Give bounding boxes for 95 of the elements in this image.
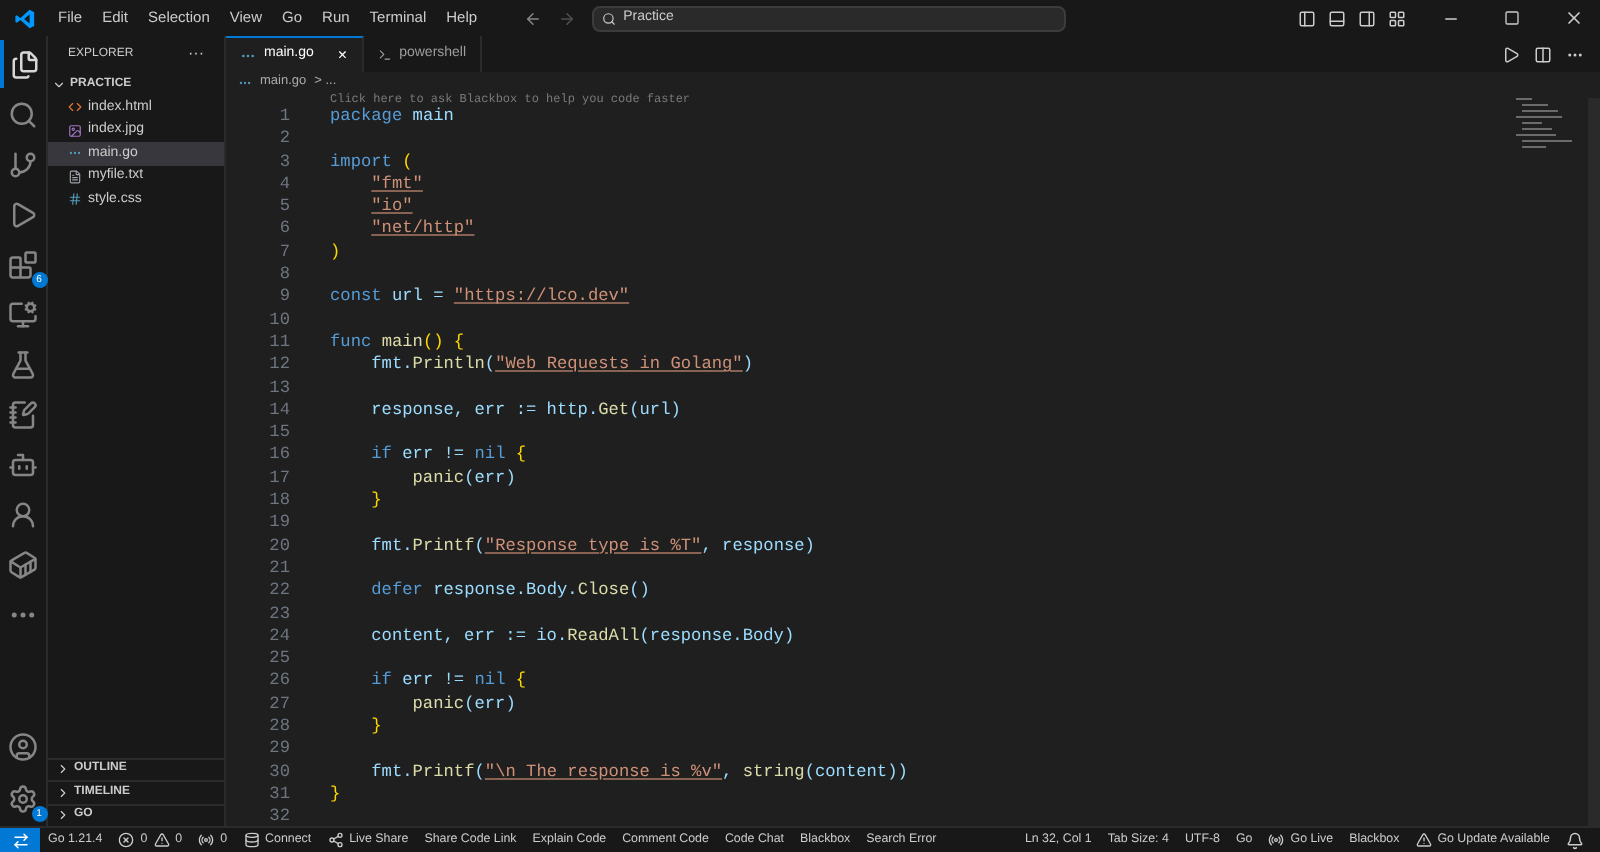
logo-icon bbox=[13, 7, 35, 29]
text-file-icon bbox=[68, 169, 82, 184]
code-line: const url = "https://lco.dev" bbox=[330, 286, 630, 310]
line-number: 12 bbox=[267, 354, 290, 378]
code-line: func main() { bbox=[330, 331, 465, 355]
line-number: 10 bbox=[267, 309, 290, 332]
code-line: fmt.Println("Web Requests in Golang") bbox=[369, 354, 754, 378]
code-line: "net/http" bbox=[369, 218, 475, 242]
line-number: 32 bbox=[267, 806, 290, 826]
share-icon bbox=[327, 832, 344, 848]
line-number: 24 bbox=[267, 625, 290, 649]
code-line: "io" bbox=[369, 196, 413, 219]
line-number: 21 bbox=[267, 557, 290, 581]
remote-button[interactable] bbox=[0, 828, 40, 852]
code-line: defer response.Body.Close() bbox=[369, 580, 650, 604]
line-number: 29 bbox=[267, 738, 290, 762]
search-icon bbox=[601, 11, 616, 25]
layout-icon[interactable] bbox=[1388, 9, 1406, 27]
code-line: } bbox=[369, 716, 382, 739]
account-icon[interactable] bbox=[8, 731, 38, 761]
monitor-icon[interactable] bbox=[8, 299, 38, 329]
warning-icon bbox=[153, 832, 170, 848]
panel-right-icon[interactable] bbox=[1358, 9, 1376, 27]
close-icon[interactable] bbox=[1564, 8, 1584, 28]
panel-left-icon[interactable] bbox=[1298, 9, 1316, 27]
line-number: 14 bbox=[267, 399, 290, 423]
arrows-icon bbox=[11, 831, 29, 849]
code-line: ) bbox=[330, 241, 341, 265]
search-icon[interactable] bbox=[8, 99, 38, 129]
line-number: 31 bbox=[267, 783, 290, 807]
line-number: 19 bbox=[267, 512, 290, 536]
database-icon bbox=[243, 832, 260, 848]
maximize-icon[interactable] bbox=[1504, 10, 1520, 26]
broadcast-icon bbox=[1268, 832, 1285, 848]
error-icon bbox=[118, 832, 135, 848]
line-number: 6 bbox=[277, 218, 290, 242]
line-number: 7 bbox=[277, 241, 290, 265]
blocks-icon[interactable] bbox=[8, 249, 38, 279]
robot-icon[interactable] bbox=[8, 449, 38, 479]
line-number: 8 bbox=[277, 264, 290, 287]
code-icon bbox=[68, 100, 82, 115]
play-icon[interactable] bbox=[8, 199, 38, 229]
split-editor-icon[interactable] bbox=[1534, 45, 1552, 63]
code-line: "fmt" bbox=[369, 173, 423, 197]
line-number: 22 bbox=[267, 580, 290, 604]
code-line: } bbox=[369, 490, 382, 513]
line-number: 2 bbox=[277, 128, 290, 152]
line-number: 4 bbox=[277, 173, 290, 197]
person-icon[interactable] bbox=[8, 499, 38, 529]
code-line: panic(err) bbox=[410, 467, 516, 491]
code-line: content, err := io.ReadAll(response.Body) bbox=[369, 625, 795, 649]
line-number: 5 bbox=[277, 196, 290, 219]
container-icon[interactable] bbox=[8, 549, 38, 579]
line-number: 20 bbox=[267, 535, 290, 558]
line-number: 25 bbox=[267, 648, 290, 671]
image-icon bbox=[68, 123, 82, 138]
broadcast-icon bbox=[198, 832, 215, 848]
code-line: if err != nil { bbox=[369, 670, 527, 694]
code-line: fmt.Printf("\n The response is %v", string(content)) bbox=[369, 761, 908, 784]
hash-icon bbox=[68, 192, 82, 207]
code-line: panic(err) bbox=[410, 693, 516, 717]
branch-icon[interactable] bbox=[8, 149, 38, 179]
line-number: 9 bbox=[277, 286, 290, 310]
line-number: 28 bbox=[267, 716, 290, 739]
line-number: 26 bbox=[267, 670, 290, 694]
line-number: 16 bbox=[267, 444, 290, 468]
line-number: 30 bbox=[267, 761, 290, 784]
panel-bottom-icon[interactable] bbox=[1328, 9, 1346, 27]
code-line: import ( bbox=[330, 151, 413, 174]
line-number: 3 bbox=[277, 151, 290, 174]
run-icon[interactable] bbox=[1502, 45, 1520, 63]
terminal-icon bbox=[377, 47, 392, 61]
code-line: response, err := http.Get(url) bbox=[369, 399, 681, 423]
code-line: } bbox=[330, 783, 341, 807]
code-line: fmt.Printf("Response type is %T", response) bbox=[369, 535, 815, 558]
line-number: 27 bbox=[267, 693, 290, 717]
bell-icon[interactable] bbox=[1566, 831, 1584, 849]
code-line: if err != nil { bbox=[369, 444, 527, 468]
warning-icon bbox=[1415, 832, 1432, 848]
line-number: 18 bbox=[267, 490, 290, 513]
line-number: 13 bbox=[267, 377, 290, 400]
line-number: 23 bbox=[267, 603, 290, 626]
back-icon[interactable] bbox=[523, 9, 542, 27]
line-number: 17 bbox=[267, 467, 290, 491]
line-number: 11 bbox=[267, 331, 290, 355]
flask-icon[interactable] bbox=[8, 349, 38, 379]
code-line: package main bbox=[330, 106, 454, 129]
minimap bbox=[1516, 98, 1576, 150]
files-icon[interactable] bbox=[10, 49, 40, 79]
line-number: 1 bbox=[277, 106, 290, 129]
line-number: 15 bbox=[267, 422, 290, 445]
chevron-down-icon bbox=[52, 77, 66, 91]
notebook-icon[interactable] bbox=[8, 399, 38, 429]
more-actions-button[interactable]: ··· bbox=[188, 42, 204, 66]
settings-icon[interactable] bbox=[8, 783, 38, 813]
